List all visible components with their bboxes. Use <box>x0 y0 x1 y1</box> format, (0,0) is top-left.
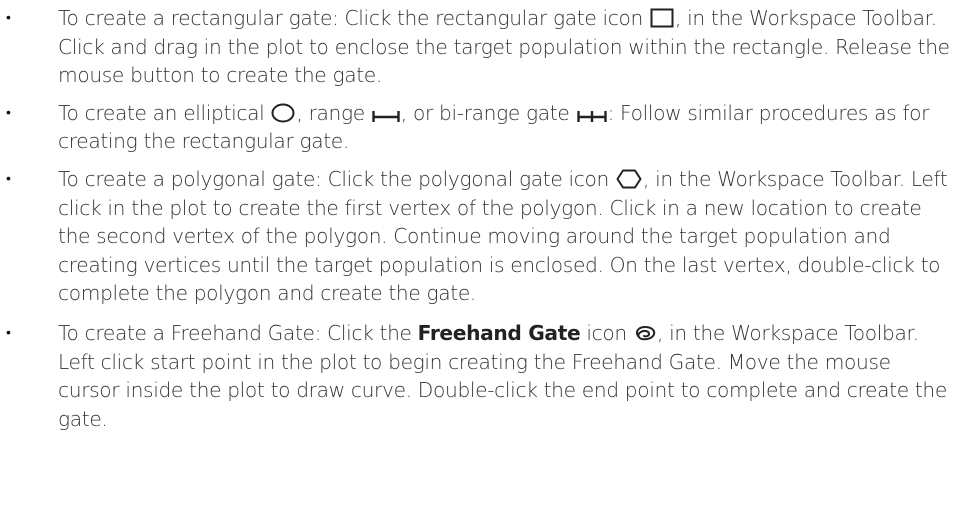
rectangle-gate-icon <box>650 8 674 28</box>
bullet-marker: • <box>6 324 11 341</box>
text-segment: To create a Freehand Gate: Click the <box>58 320 418 345</box>
gate-instructions-list: • To create a rectangular gate: Click th… <box>0 0 952 433</box>
list-item-polygonal-gate: • To create a polygonal gate: Click the … <box>0 165 952 308</box>
list-item-freehand-gate: • To create a Freehand Gate: Click the F… <box>0 319 952 433</box>
freehand-gate-label: Freehand Gate <box>417 320 581 345</box>
text-segment: , or bi-range gate <box>400 100 576 125</box>
bullet-marker: • <box>6 10 11 26</box>
ellipse-gate-icon <box>271 103 295 123</box>
document-page: • To create a rectangular gate: Click th… <box>0 0 970 515</box>
freehand-gate-icon <box>634 325 656 343</box>
bi-range-gate-icon <box>576 109 607 123</box>
bullet-marker: • <box>6 104 11 121</box>
range-gate-icon <box>372 109 400 123</box>
polygon-gate-icon <box>616 169 642 189</box>
text-segment: , range <box>296 100 371 125</box>
text-segment: To create a polygonal gate: Click the po… <box>58 166 616 191</box>
text-segment: To create a rectangular gate: Click the … <box>58 6 649 30</box>
text-segment: To create an elliptical <box>58 100 271 125</box>
list-item-elliptical-gate: • To create an elliptical , range , or b… <box>0 99 952 156</box>
list-item-rectangular-gate: • To create a rectangular gate: Click th… <box>0 0 952 90</box>
text-segment: icon <box>580 320 633 345</box>
bullet-marker: • <box>6 170 11 187</box>
